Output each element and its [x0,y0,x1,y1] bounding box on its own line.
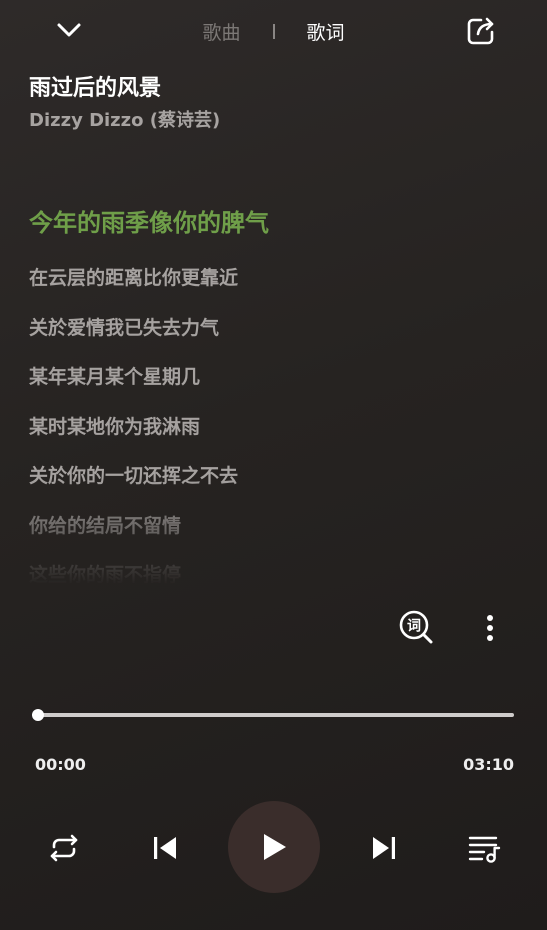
lyric-line[interactable]: 你给的结局不留情 [29,513,519,563]
lyric-search-glyph: 词 [407,619,421,635]
lyric-line[interactable]: 某时某地你为我淋雨 [29,414,519,464]
tab-song[interactable]: 歌曲 [196,18,246,45]
lyric-line-current[interactable]: 今年的雨季像你的脾气 [29,205,519,265]
share-button[interactable] [462,12,500,50]
total-time: 03:10 [463,755,514,774]
song-title: 雨过后的风景 [29,76,162,101]
share-icon [467,17,494,45]
lyric-line[interactable]: 关於爱情我已失去力气 [29,315,519,365]
progress-thumb[interactable] [32,709,44,721]
current-time: 00:00 [35,755,86,774]
play-icon [264,834,286,860]
playlist-icon [468,836,501,863]
more-options-button[interactable] [472,608,508,648]
lyric-line[interactable]: 关於你的一切还挥之不去 [29,463,519,513]
tab-divider [272,23,275,39]
lyric-line[interactable]: 这些你的雨不指停 [29,562,519,585]
lyrics-panel[interactable]: 今年的雨季像你的脾气 在云层的距离比你更靠近 关於爱情我已失去力气 某年某月某个… [29,205,519,585]
skip-next-icon [373,837,395,859]
previous-button[interactable] [143,826,187,870]
lyric-line[interactable]: 在云层的距离比你更靠近 [29,265,519,315]
lyric-line[interactable]: 某年某月某个星期几 [29,364,519,414]
lyric-search-icon: 词 [399,610,433,644]
repeat-icon [50,834,78,862]
next-button[interactable] [362,826,406,870]
lyric-search-button[interactable]: 词 [396,607,436,647]
tab-lyrics[interactable]: 歌词 [301,18,351,45]
playlist-button[interactable] [462,826,506,870]
progress-track[interactable] [38,713,514,717]
artist-name[interactable]: Dizzy Dizzo (蔡诗芸) [29,106,220,132]
play-button[interactable] [228,801,320,893]
repeat-button[interactable] [42,826,86,870]
more-vertical-icon [487,615,493,641]
skip-previous-icon [154,837,176,859]
